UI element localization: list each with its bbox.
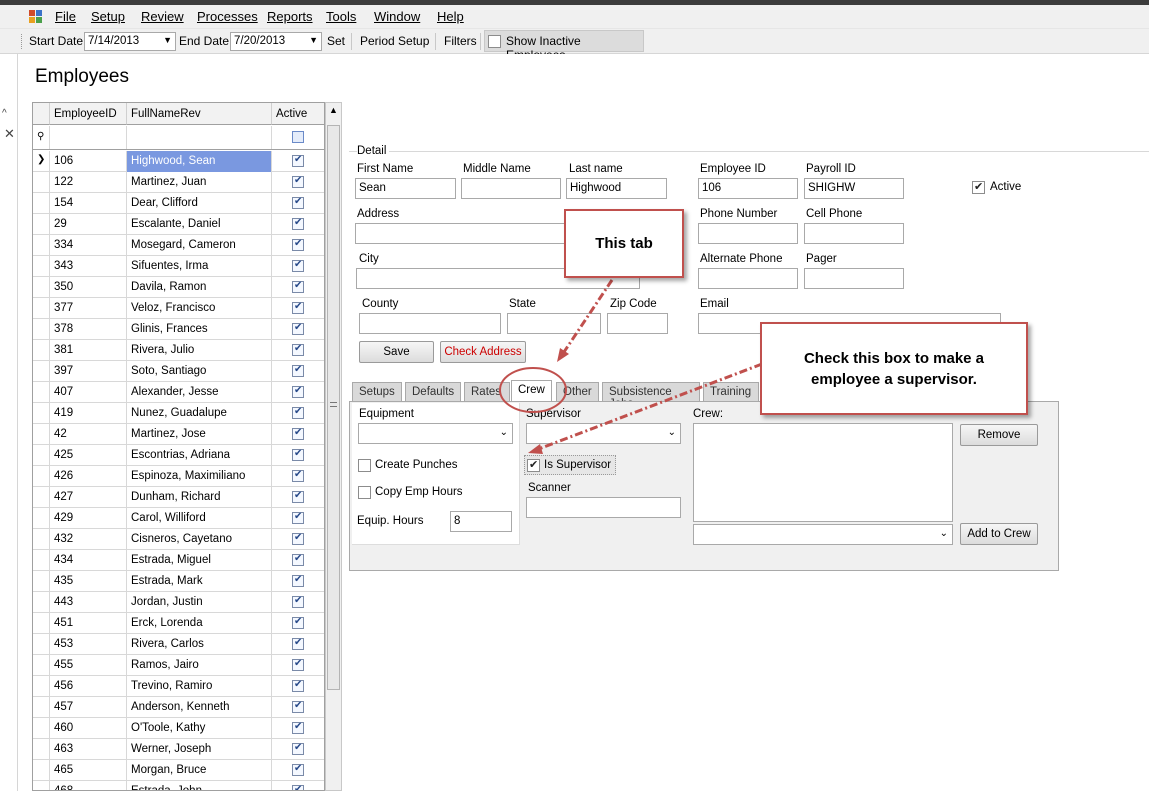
arrow-head-icon <box>557 348 569 362</box>
supervisor-callout: Check this box to make a employee a supe… <box>760 322 1028 415</box>
supervisor-callout-arrow <box>535 362 763 452</box>
this-tab-callout: This tab <box>564 209 684 278</box>
arrow-head-icon <box>528 444 543 454</box>
tab-callout-arrow <box>560 279 614 356</box>
crew-tab-highlight <box>499 367 567 413</box>
